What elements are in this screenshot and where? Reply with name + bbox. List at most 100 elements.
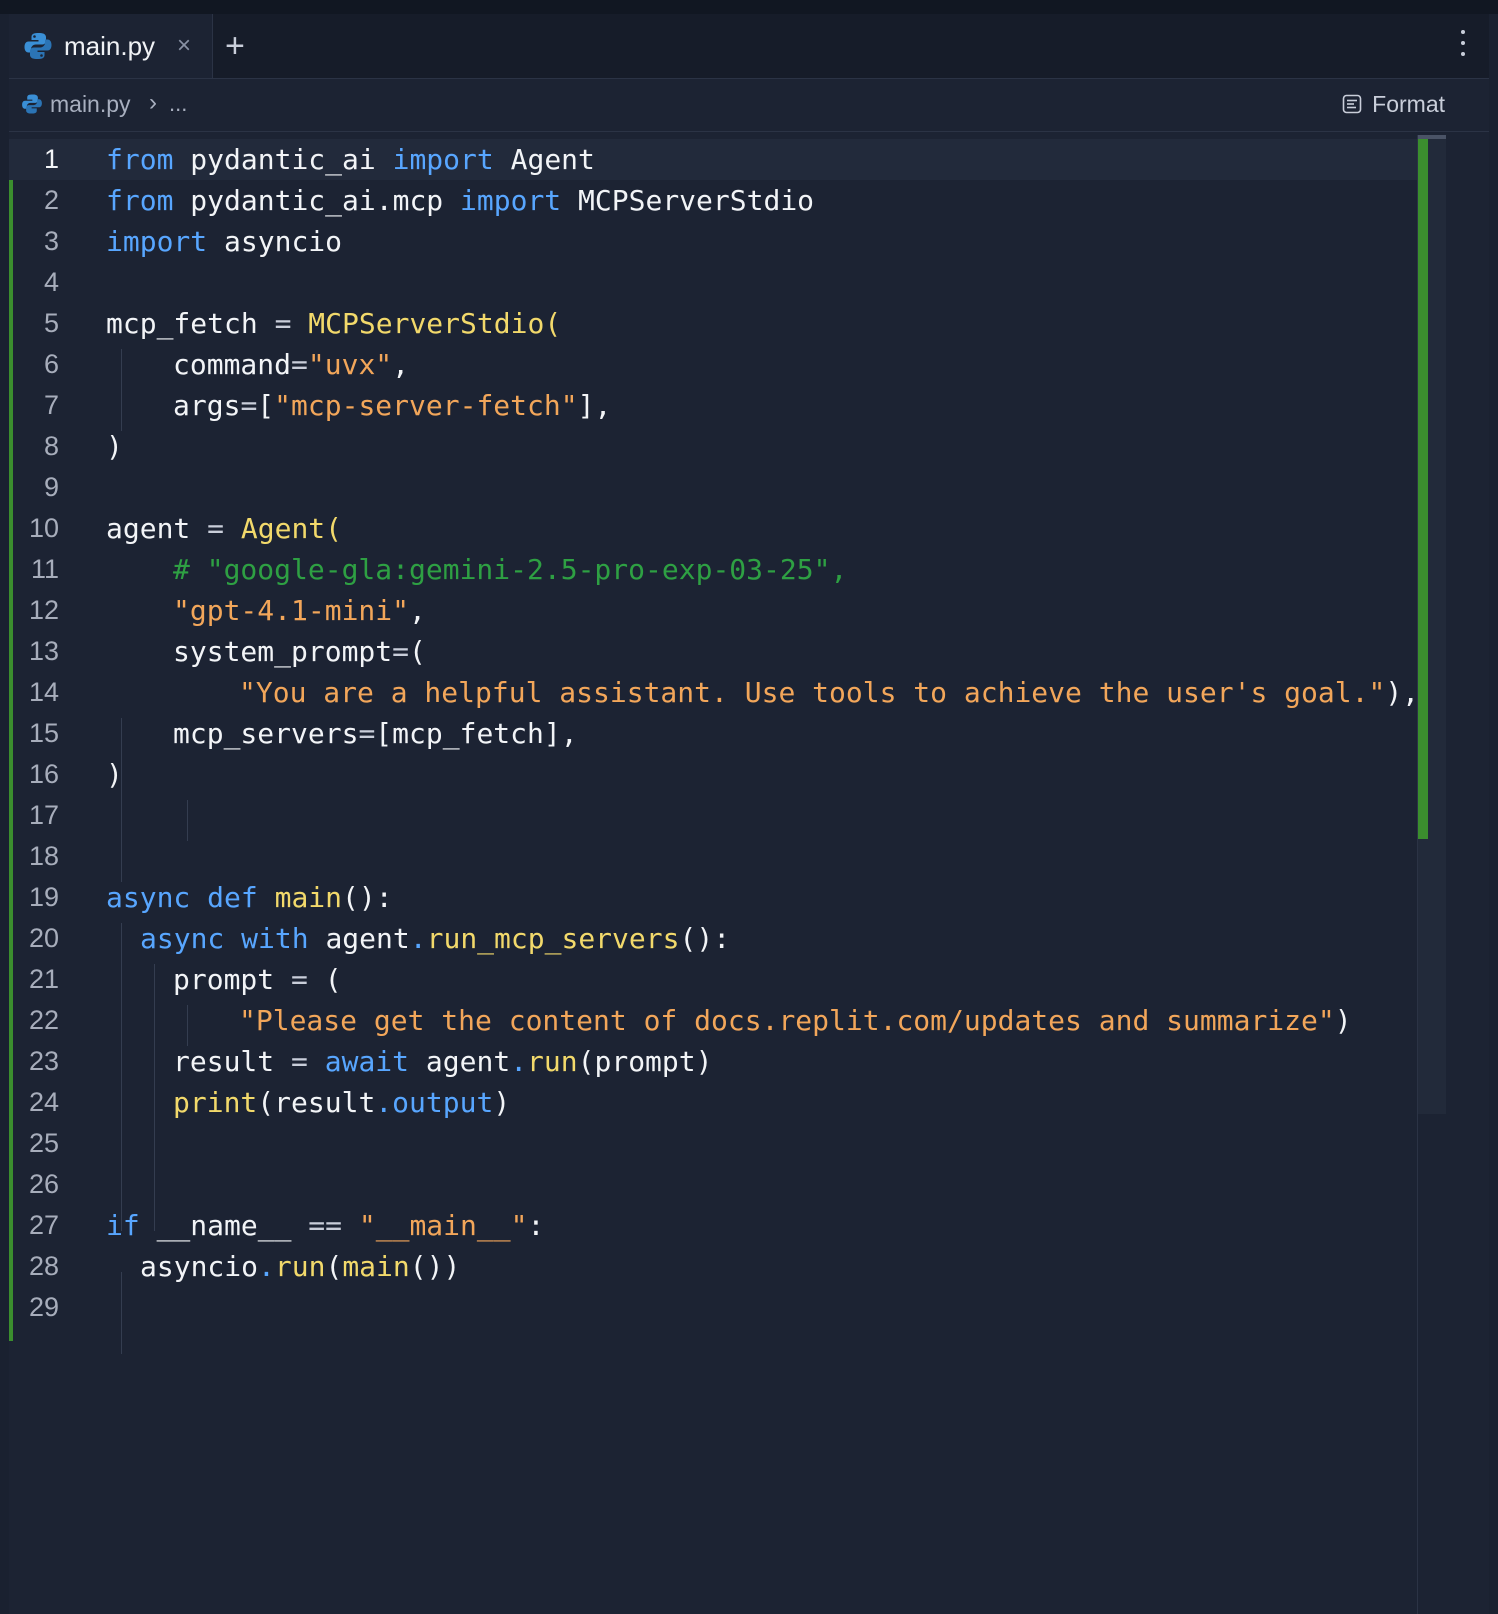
token: (): xyxy=(342,881,393,914)
code-line: 9 xyxy=(9,467,1419,508)
line-content: from pydantic_ai.mcp import MCPServerStd… xyxy=(106,180,814,221)
code-line: 26 xyxy=(9,1164,1419,1205)
token: . xyxy=(510,1045,528,1078)
tab-main-py[interactable]: main.py × xyxy=(9,14,213,78)
code-line: 25 xyxy=(9,1123,1419,1164)
token: "mcp-server-fetch" xyxy=(274,389,578,422)
line-content: command="uvx", xyxy=(173,344,409,385)
format-label: Format xyxy=(1372,90,1445,117)
code-area[interactable]: 1 from pydantic_ai import Agent 2 from p… xyxy=(9,139,1419,1614)
line-number: 7 xyxy=(43,390,59,420)
breadcrumb: main.py › ... Format xyxy=(9,79,1489,132)
line-number: 13 xyxy=(28,636,59,666)
token: ( xyxy=(325,1250,343,1283)
line-content: agent = Agent( xyxy=(106,508,342,549)
line-number: 8 xyxy=(43,431,59,461)
code-line: 8 ) xyxy=(9,426,1419,467)
token: run_mcp_servers xyxy=(426,922,680,955)
tab-bar: main.py × + xyxy=(9,14,1489,79)
code-line: 20 async with agent.run_mcp_servers(): xyxy=(9,918,1419,959)
token: mcp_fetch xyxy=(106,307,275,340)
line-number: 2 xyxy=(43,185,59,215)
token: mcp_servers xyxy=(173,717,359,750)
line-content: ) xyxy=(106,754,123,795)
close-icon[interactable]: × xyxy=(177,31,191,61)
code-line: 11 # "google-gla:gemini-2.5-pro-exp-03-2… xyxy=(9,549,1419,590)
line-content: async with agent.run_mcp_servers(): xyxy=(140,918,730,959)
code-line: 6 command="uvx", xyxy=(9,344,1419,385)
token: [ xyxy=(257,389,275,422)
line-number: 21 xyxy=(28,964,59,994)
code-line: 24 print(result.output) xyxy=(9,1082,1419,1123)
breadcrumb-more[interactable]: ... xyxy=(169,91,187,117)
token: = xyxy=(291,1045,308,1078)
breadcrumb-file[interactable]: main.py xyxy=(50,91,131,118)
token: ( xyxy=(307,963,342,996)
line-number: 4 xyxy=(43,267,59,297)
code-line: 28 asyncio.run(main()) xyxy=(9,1246,1419,1287)
token: , xyxy=(392,348,410,381)
line-content: from pydantic_ai import Agent xyxy=(106,139,595,180)
line-number: 3 xyxy=(43,226,59,256)
token: with xyxy=(241,922,309,955)
line-number: 23 xyxy=(28,1046,59,1076)
line-content: mcp_fetch = MCPServerStdio( xyxy=(106,303,561,344)
token: ) xyxy=(106,430,123,463)
token: = xyxy=(392,635,410,668)
line-number: 12 xyxy=(28,595,59,625)
token: ) xyxy=(106,758,123,791)
token: prompt xyxy=(173,963,292,996)
code-line: 14 "You are a helpful assistant. Use too… xyxy=(9,672,1419,713)
code-line: 3 import asyncio xyxy=(9,221,1419,262)
line-content: import asyncio xyxy=(106,221,342,262)
code-line: 15 mcp_servers=[mcp_fetch], xyxy=(9,713,1419,754)
token: agent xyxy=(106,512,208,545)
token: : xyxy=(527,1209,545,1242)
format-button[interactable]: Format xyxy=(1342,89,1445,119)
line-content: if __name__ == "__main__": xyxy=(106,1205,544,1246)
plus-icon[interactable]: + xyxy=(225,26,245,66)
code-line: 19 async def main(): xyxy=(9,877,1419,918)
line-number: 19 xyxy=(28,882,59,912)
line-number: 15 xyxy=(28,718,59,748)
token: (): xyxy=(679,922,731,955)
token: ( xyxy=(325,512,343,545)
code-editor: main.py × + main.py › ... Format 1 from … xyxy=(9,14,1489,1614)
code-line: 29 xyxy=(9,1287,1419,1328)
line-number: 27 xyxy=(28,1210,59,1240)
code-line: 21 prompt = ( xyxy=(9,959,1419,1000)
token: main xyxy=(342,1250,410,1283)
token: ], xyxy=(577,389,612,422)
line-content: prompt = ( xyxy=(173,959,342,1000)
token: = xyxy=(291,348,308,381)
line-number: 9 xyxy=(43,472,59,502)
code-line: 16 ) xyxy=(9,754,1419,795)
code-line: 4 xyxy=(9,262,1419,303)
line-content: # "google-gla:gemini-2.5-pro-exp-03-25", xyxy=(173,549,847,590)
token: import xyxy=(106,225,208,258)
line-number: 6 xyxy=(43,349,59,379)
token: await xyxy=(324,1045,410,1078)
line-number: 22 xyxy=(28,1005,59,1035)
token: Agent xyxy=(493,143,595,176)
token: ) xyxy=(493,1086,511,1119)
more-vertical-icon[interactable] xyxy=(1459,30,1467,60)
token: system_prompt xyxy=(173,635,393,668)
line-content: "Please get the content of docs.replit.c… xyxy=(239,1000,1352,1041)
line-content: "gpt-4.1-mini", xyxy=(173,590,426,631)
line-content: async def main(): xyxy=(106,877,393,918)
token: "uvx" xyxy=(307,348,393,381)
token: MCPServerStdio xyxy=(561,184,815,217)
line-number: 28 xyxy=(28,1251,59,1281)
line-number: 25 xyxy=(28,1128,59,1158)
token: import xyxy=(392,143,494,176)
line-number: 14 xyxy=(28,677,59,707)
code-line: 22 "Please get the content of docs.repli… xyxy=(9,1000,1419,1041)
token: def xyxy=(207,881,258,914)
line-number: 10 xyxy=(28,513,59,543)
line-number: 5 xyxy=(43,308,59,338)
